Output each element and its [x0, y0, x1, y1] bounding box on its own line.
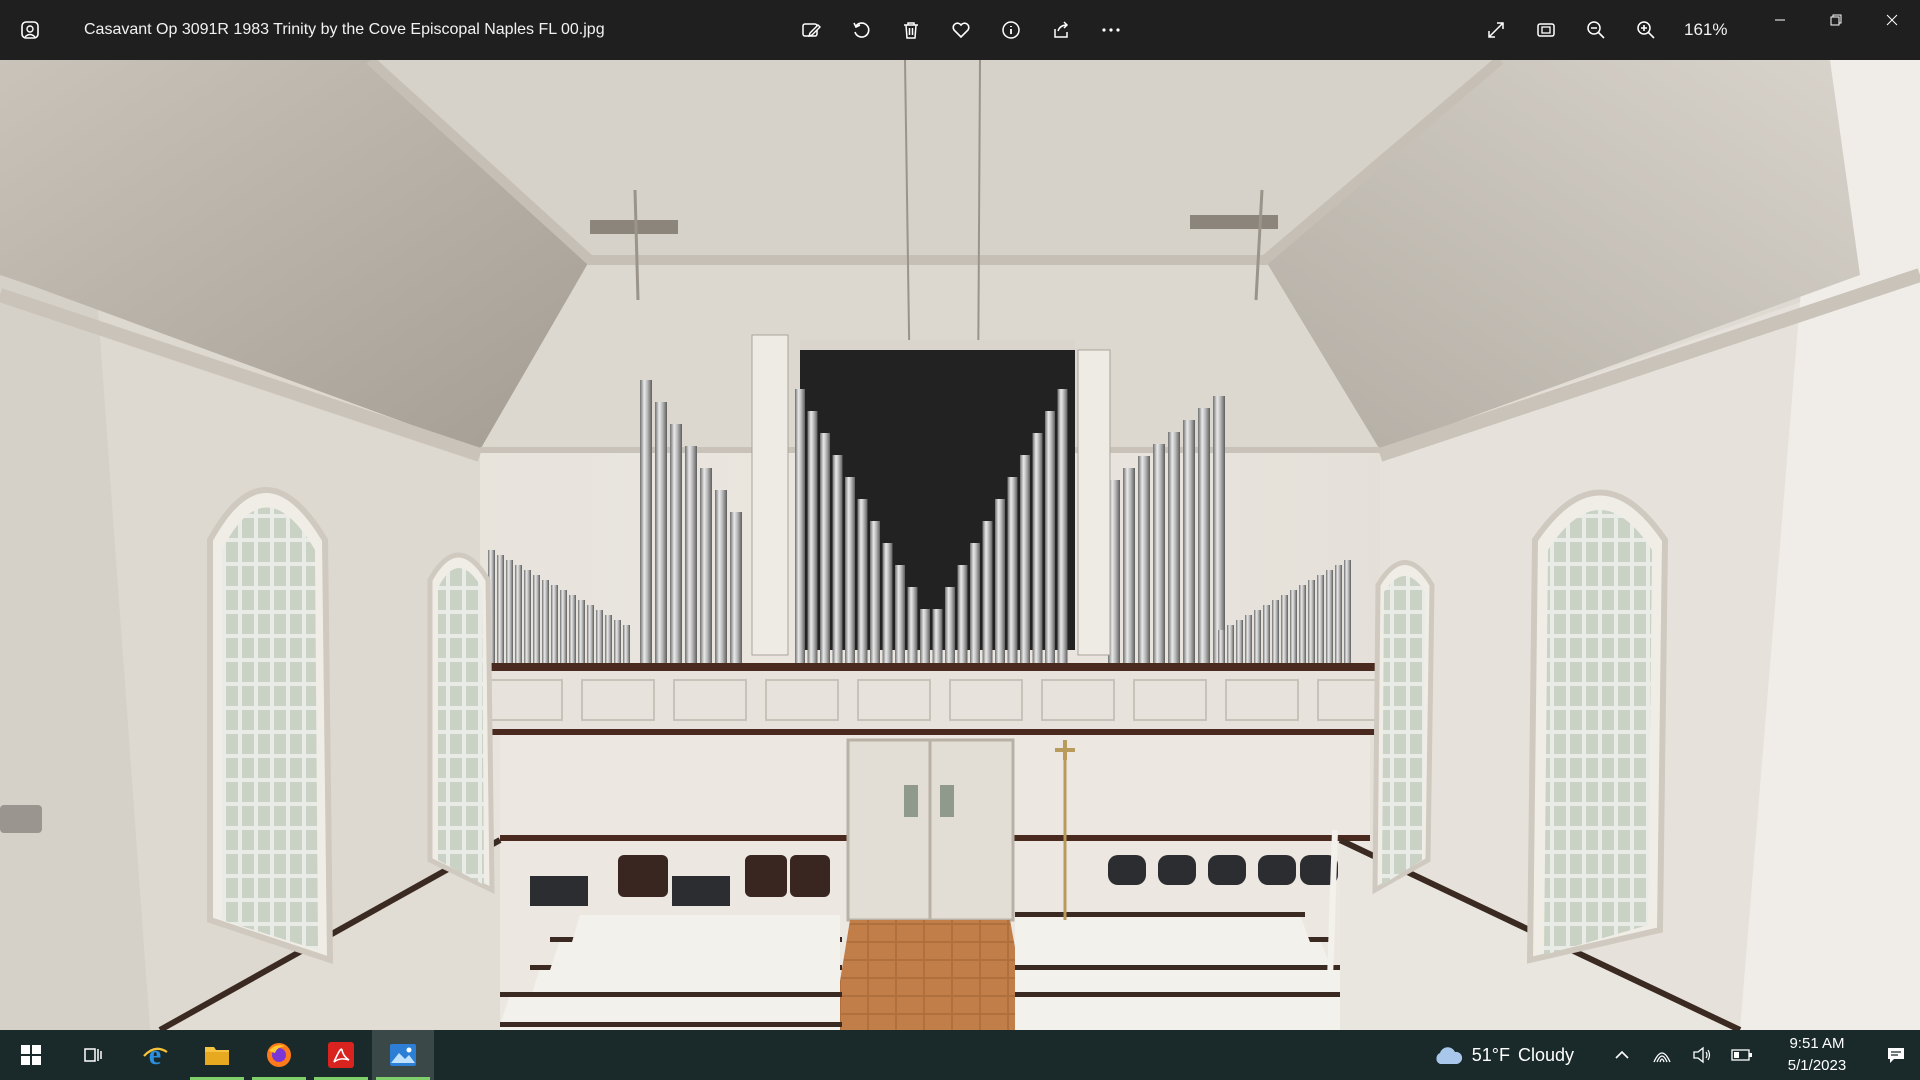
taskbar: e 51°F Cloudy 9:51 AM 5/1/2023 [0, 1030, 1920, 1080]
edit-image-icon[interactable] [795, 14, 827, 46]
minimize-button[interactable] [1752, 0, 1808, 40]
zoom-in-icon[interactable] [1630, 14, 1662, 46]
clock[interactable]: 9:51 AM 5/1/2023 [1772, 1033, 1862, 1077]
restore-button[interactable] [1808, 0, 1864, 40]
photos-app-icon[interactable] [0, 0, 60, 60]
share-icon[interactable] [1045, 14, 1077, 46]
clock-time: 9:51 AM [1789, 1035, 1845, 1052]
delete-icon[interactable] [895, 14, 927, 46]
image-canvas[interactable] [0, 60, 1920, 1030]
weather-condition: Cloudy [1517, 1044, 1574, 1065]
firefox-icon[interactable] [248, 1030, 310, 1080]
clock-date: 5/1/2023 [1787, 1057, 1847, 1074]
close-button[interactable] [1864, 0, 1920, 40]
notification-icon[interactable] [1872, 1030, 1920, 1080]
window-controls [1752, 0, 1920, 60]
photos-icon[interactable] [372, 1030, 434, 1080]
view-controls: 161% [1480, 0, 1744, 60]
weather-widget[interactable]: 51°F Cloudy [1432, 1044, 1574, 1066]
info-icon[interactable] [995, 14, 1027, 46]
zoom-level[interactable]: 161% [1684, 20, 1744, 40]
weather-temp: 51°F [1471, 1044, 1510, 1065]
system-tray: 51°F Cloudy 9:51 AM 5/1/2023 [1432, 1030, 1920, 1080]
cloud-icon [1436, 1047, 1462, 1064]
zoom-out-icon[interactable] [1580, 14, 1612, 46]
church-organ-photo [0, 60, 1920, 1030]
internet-explorer-icon[interactable]: e [124, 1030, 186, 1080]
task-view-icon[interactable] [62, 1030, 124, 1080]
acrobat-icon[interactable] [310, 1030, 372, 1080]
start-button[interactable] [0, 1030, 62, 1080]
title-bar: Casavant Op 3091R 1983 Trinity by the Co… [0, 0, 1920, 60]
fullscreen-icon[interactable] [1480, 14, 1512, 46]
show-hidden-icons-chevron-icon[interactable] [1602, 1030, 1642, 1080]
file-title: Casavant Op 3091R 1983 Trinity by the Co… [84, 21, 605, 38]
svg-text:e: e [149, 1040, 161, 1070]
fit-to-window-icon[interactable] [1530, 14, 1562, 46]
network-icon[interactable] [1642, 1030, 1682, 1080]
file-explorer-icon[interactable] [186, 1030, 248, 1080]
rotate-icon[interactable] [845, 14, 877, 46]
volume-icon[interactable] [1682, 1030, 1722, 1080]
favorite-icon[interactable] [945, 14, 977, 46]
battery-icon[interactable] [1722, 1030, 1762, 1080]
more-icon[interactable] [1095, 14, 1127, 46]
image-toolbar [795, 0, 1127, 60]
